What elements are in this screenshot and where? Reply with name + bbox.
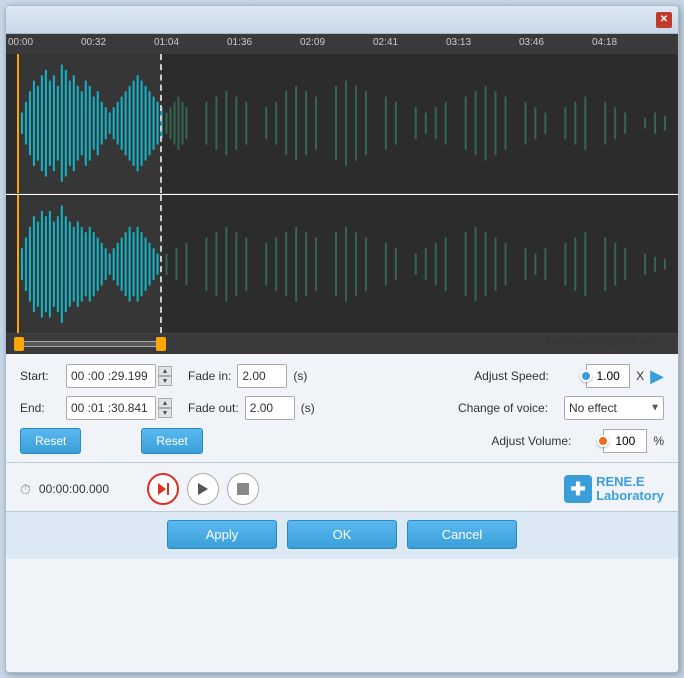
speed-play-icon[interactable]: ▶ <box>650 366 664 387</box>
fade-in-label: Fade in: <box>188 369 231 383</box>
fade-out-unit: (s) <box>301 401 315 415</box>
controls-row-2: End: ▲ ▼ Fade out: (s) Change of voice: … <box>20 396 664 420</box>
end-spin: ▲ ▼ <box>158 398 172 418</box>
volume-label: Adjust Volume: <box>491 434 591 448</box>
fade-in-group: Fade in: (s) <box>188 364 307 388</box>
timeline-marker-1: 00:32 <box>81 37 106 48</box>
voice-label: Change of voice: <box>458 401 558 415</box>
end-group: End: ▲ ▼ <box>20 396 172 420</box>
title-bar: ✕ <box>6 6 678 34</box>
timeline-marker-2: 01:04 <box>154 37 179 48</box>
speed-input[interactable] <box>586 364 630 388</box>
timeline-marker-3: 01:36 <box>227 37 252 48</box>
volume-input[interactable] <box>603 429 647 453</box>
play-icon <box>197 483 209 495</box>
selection-overlay-top <box>17 54 162 193</box>
fade-out-label: Fade out: <box>188 401 239 415</box>
fade-in-input[interactable] <box>237 364 287 388</box>
selection-overlay-bottom <box>17 195 162 334</box>
timeline-marker-0: 00:00 <box>8 37 33 48</box>
end-spin-up[interactable]: ▲ <box>158 398 172 408</box>
close-button[interactable]: ✕ <box>656 12 672 28</box>
start-input[interactable] <box>66 364 156 388</box>
fade-in-unit: (s) <box>293 369 307 383</box>
fade-out-group: Fade out: (s) <box>188 396 315 420</box>
timeline-marker-4: 02:09 <box>300 37 325 48</box>
scrubber-handle-right[interactable] <box>156 337 166 351</box>
apply-button[interactable]: Apply <box>167 520 277 549</box>
start-spin: ▲ ▼ <box>158 366 172 386</box>
cancel-button[interactable]: Cancel <box>407 520 517 549</box>
main-window: ✕ 00:00 00:32 01:04 01:36 02:09 02:41 03… <box>5 5 679 673</box>
controls-row-1: Start: ▲ ▼ Fade in: (s) Adjust Speed: <box>20 364 664 388</box>
volume-group: Adjust Volume: % <box>491 429 664 453</box>
export-button[interactable] <box>147 473 179 505</box>
controls-row-3: Reset Reset Adjust Volume: % <box>20 428 664 454</box>
ok-button[interactable]: OK <box>287 520 397 549</box>
track-top[interactable] <box>6 54 678 194</box>
playhead-bottom <box>17 195 19 334</box>
reset-button-2[interactable]: Reset <box>141 428 202 454</box>
controls-area: Start: ▲ ▼ Fade in: (s) Adjust Speed: <box>6 354 678 462</box>
timeline-marker-7: 03:46 <box>519 37 544 48</box>
transport-bar: ⏱ 00:00:00.000 ✚ RENE.E Laboratory <box>6 467 678 511</box>
end-input[interactable] <box>66 396 156 420</box>
start-group: Start: ▲ ▼ <box>20 364 172 388</box>
start-spin-down[interactable]: ▼ <box>158 376 172 386</box>
playhead-top <box>17 54 19 193</box>
voice-select-wrapper: No effect Male Female Robot ▼ <box>564 396 664 420</box>
fade-out-input[interactable] <box>245 396 295 420</box>
scrubber-bar[interactable]: Duration: 00:01:01.642 <box>6 334 678 354</box>
track-bottom[interactable] <box>6 195 678 335</box>
reset-buttons: Reset Reset <box>20 428 203 454</box>
timeline-marker-6: 03:13 <box>446 37 471 48</box>
track-container[interactable] <box>6 54 678 334</box>
separator <box>6 462 678 463</box>
duration-display: Duration: 00:01:01.642 <box>546 336 658 348</box>
speed-label: Adjust Speed: <box>474 369 574 383</box>
scrubber-handle-left[interactable] <box>14 337 24 351</box>
stop-button[interactable] <box>227 473 259 505</box>
track-divider <box>6 194 678 195</box>
clock-icon: ⏱ <box>20 481 31 498</box>
waveform-area: 00:00 00:32 01:04 01:36 02:09 02:41 03:1… <box>6 34 678 354</box>
voice-select[interactable]: No effect Male Female Robot <box>564 396 664 420</box>
reset-button-1[interactable]: Reset <box>20 428 81 454</box>
timeline: 00:00 00:32 01:04 01:36 02:09 02:41 03:1… <box>6 34 678 54</box>
timeline-marker-5: 02:41 <box>373 37 398 48</box>
start-spin-up[interactable]: ▲ <box>158 366 172 376</box>
time-display: 00:00:00.000 <box>39 482 139 496</box>
play-button[interactable] <box>187 473 219 505</box>
logo-area: ✚ RENE.E Laboratory <box>564 475 664 504</box>
start-label: Start: <box>20 369 60 383</box>
stop-icon <box>237 483 249 495</box>
footer-buttons: Apply OK Cancel <box>6 511 678 559</box>
scrubber-range <box>17 341 162 347</box>
logo-text: RENE.E Laboratory <box>596 475 664 504</box>
end-spin-down[interactable]: ▼ <box>158 408 172 418</box>
timeline-marker-8: 04:18 <box>592 37 617 48</box>
export-icon <box>156 482 170 496</box>
voice-group: Change of voice: No effect Male Female R… <box>458 396 664 420</box>
speed-group: Adjust Speed: X ▶ <box>474 364 664 388</box>
speed-unit: X <box>636 369 644 383</box>
volume-unit: % <box>653 434 664 448</box>
logo-cross: ✚ <box>564 475 592 503</box>
end-label: End: <box>20 401 60 415</box>
